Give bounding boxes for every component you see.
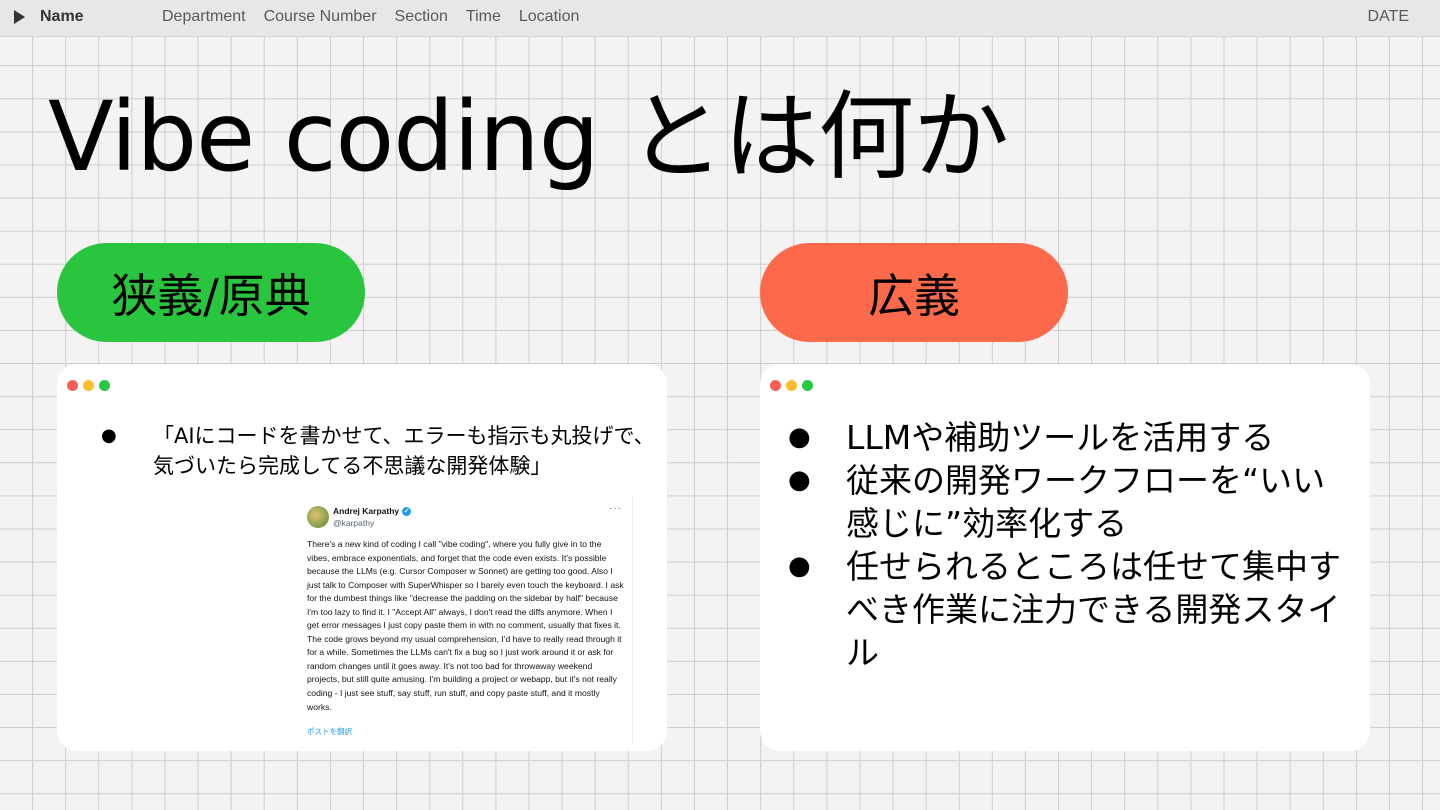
broad-definition-card: LLMや補助ツールを活用する 従来の開発ワークフローを“いい感じに”効率化する … <box>760 364 1370 751</box>
play-icon[interactable] <box>14 10 25 24</box>
broad-definition-label: 広義 <box>868 268 960 323</box>
maximize-dot-icon <box>99 380 110 391</box>
close-dot-icon <box>67 380 78 391</box>
header-nav: Department Course Number Section Time Lo… <box>162 8 579 26</box>
header-course-number: Course Number <box>263 8 377 25</box>
tweet-author: Andrej Karpathy ✓ <box>333 506 412 516</box>
minimize-dot-icon <box>786 380 797 391</box>
verified-badge-icon: ✓ <box>402 506 412 516</box>
tweet-body: There's a new kind of coding I call "vib… <box>307 539 624 712</box>
slide-title: Vibe coding とは何か <box>48 81 1009 193</box>
broad-bullet-list: LLMや補助ツールを活用する 従来の開発ワークフローを“いい感じに”効率化する … <box>788 416 1358 674</box>
window-controls <box>770 380 813 391</box>
header-time: Time <box>465 8 501 25</box>
tweet-author-name: Andrej Karpathy <box>333 506 400 516</box>
header-department: Department <box>162 8 246 25</box>
header-date: DATE <box>1367 8 1409 25</box>
broad-bullet-3: 任せられるところは任せて集中すべき作業に注力できる開発スタイル <box>788 545 1358 674</box>
more-options-icon[interactable]: ··· <box>609 503 622 514</box>
karpathy-tweet: Andrej Karpathy ✓ @karpathy ··· There's … <box>302 497 633 744</box>
maximize-dot-icon <box>802 380 813 391</box>
close-dot-icon <box>770 380 781 391</box>
tweet-handle: @karpathy <box>333 518 375 528</box>
avatar <box>307 506 329 528</box>
broad-definition-pill: 広義 <box>760 243 1068 342</box>
broad-bullet-2: 従来の開発ワークフローを“いい感じに”効率化する <box>788 459 1358 545</box>
window-controls <box>67 380 110 391</box>
narrow-definition-card: 「AIにコードを書かせて、エラーも指示も丸投げで、気づいたら完成してる不思議な開… <box>57 364 667 751</box>
header-section: Section <box>394 8 448 25</box>
minimize-dot-icon <box>83 380 94 391</box>
narrow-definition-pill: 狭義/原典 <box>57 243 365 342</box>
narrow-definition-label: 狭義/原典 <box>111 268 311 323</box>
broad-bullet-1: LLMや補助ツールを活用する <box>788 416 1358 459</box>
header-location: Location <box>518 8 580 25</box>
narrow-bullet-list: 「AIにコードを書かせて、エラーも指示も丸投げで、気づいたら完成してる不思議な開… <box>101 421 661 481</box>
narrow-bullet: 「AIにコードを書かせて、エラーも指示も丸投げで、気づいたら完成してる不思議な開… <box>101 421 661 481</box>
header-name: Name <box>40 8 84 25</box>
translate-post-link[interactable]: ポストを翻訳 <box>307 726 352 737</box>
top-bar: Name Department Course Number Section Ti… <box>0 0 1440 37</box>
